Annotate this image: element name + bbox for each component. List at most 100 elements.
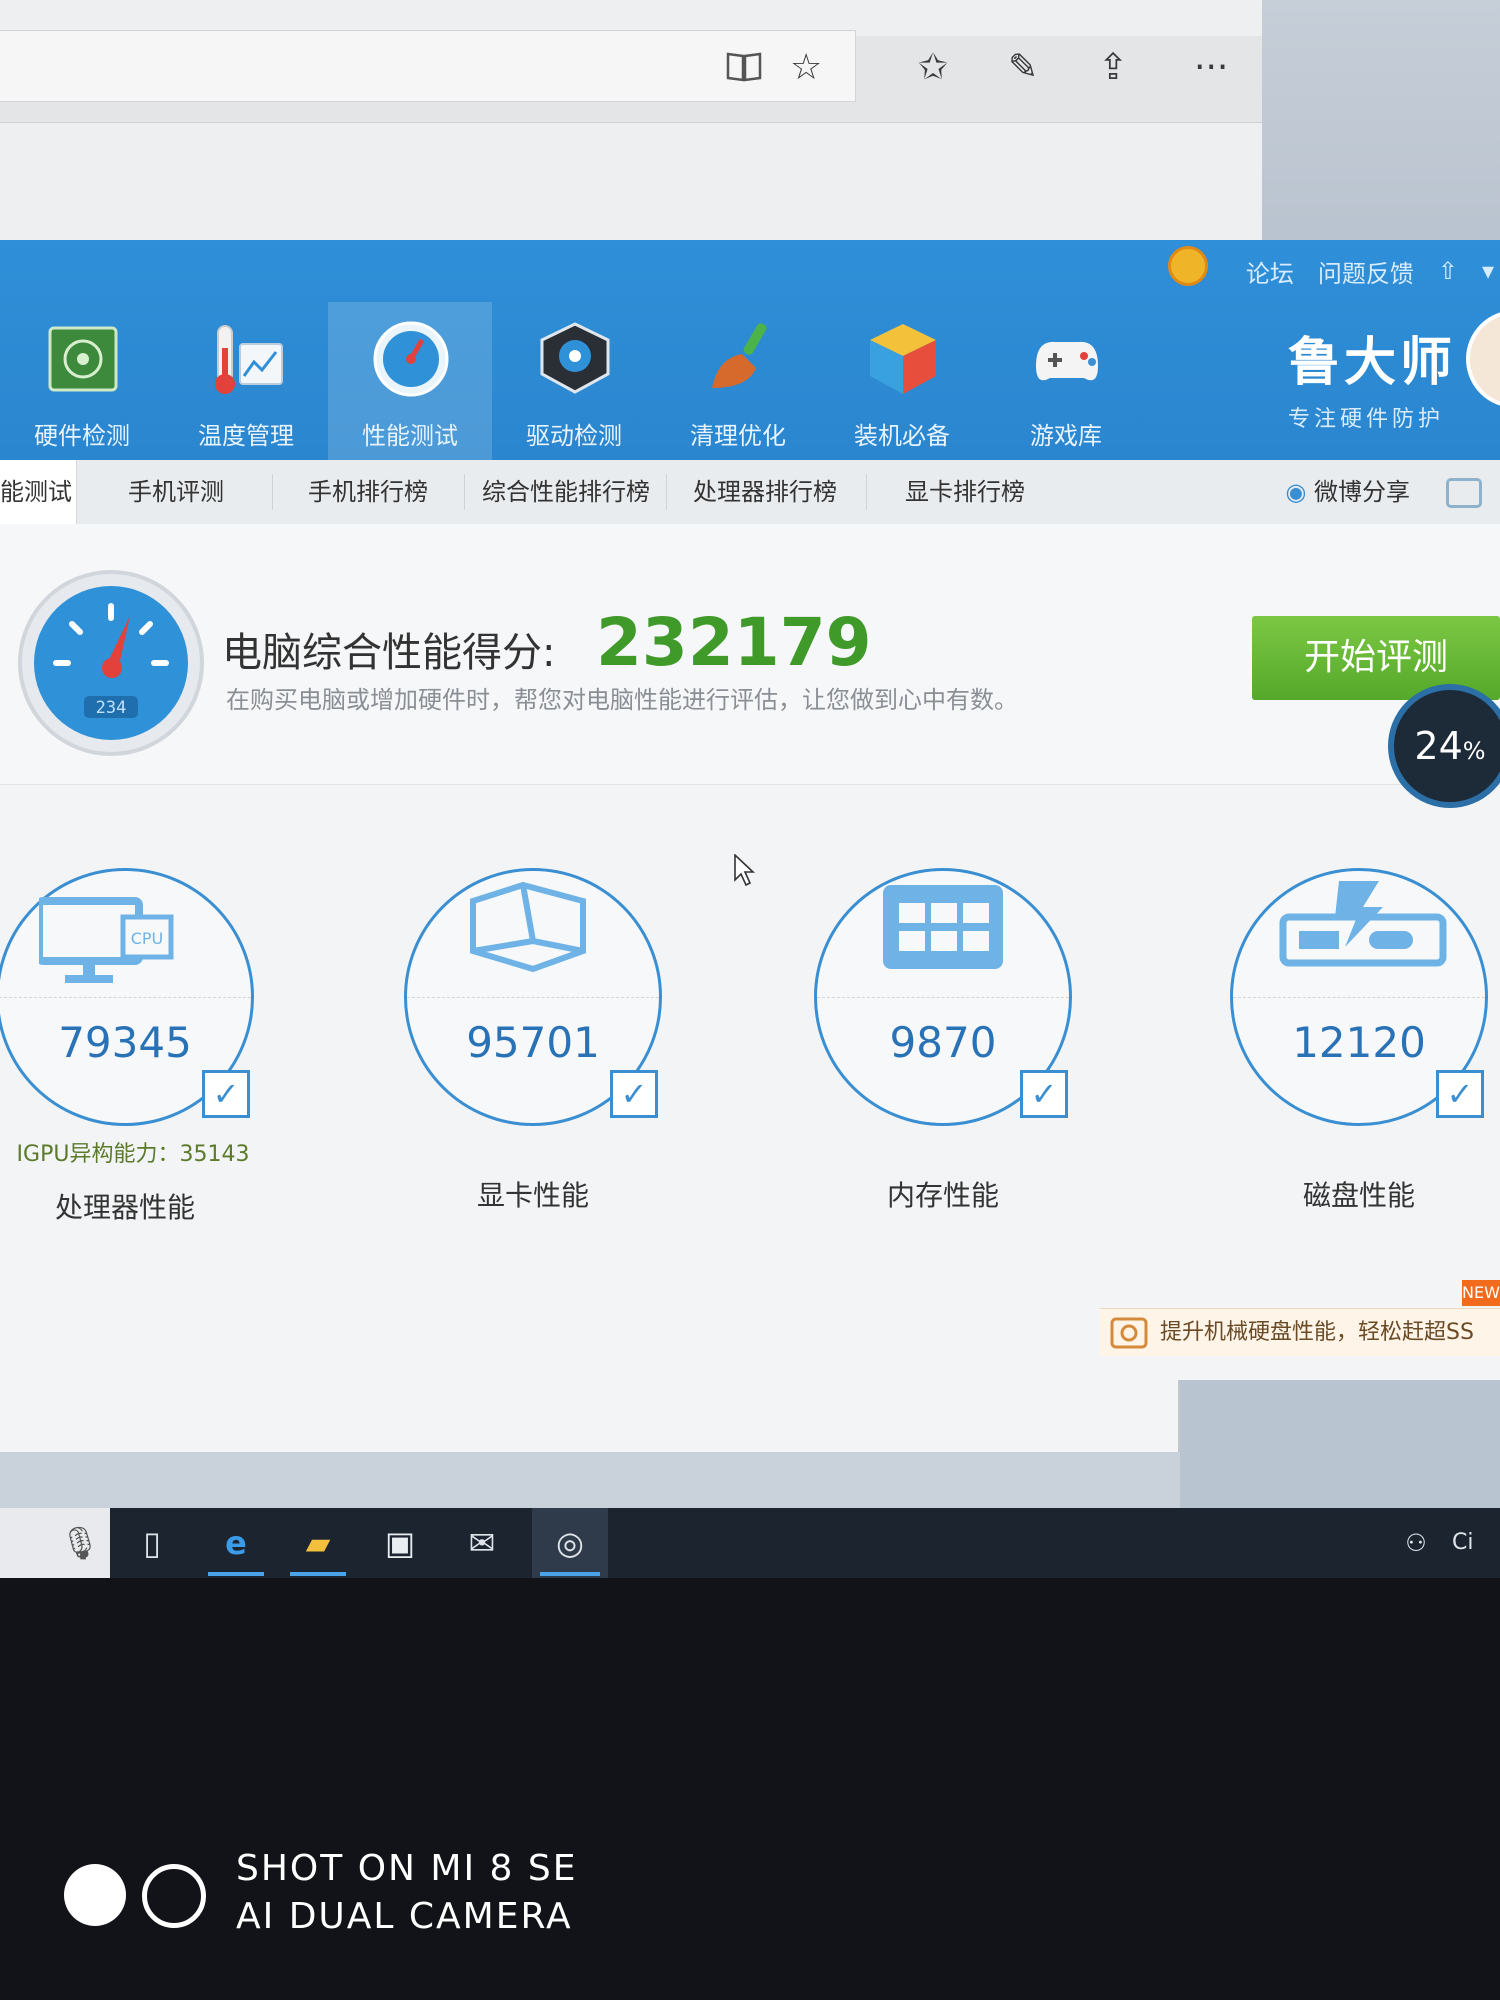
favorite-star-icon[interactable]: ☆ [790, 48, 822, 88]
promo-text: 提升机械硬盘性能，轻松赶超SS [1160, 1320, 1474, 1345]
file-explorer-icon[interactable]: ▰ [282, 1508, 354, 1578]
svg-text:CPU: CPU [131, 929, 164, 948]
score-gauge-icon: 234 [18, 570, 204, 756]
gpu-checkbox[interactable]: ✓ [610, 1070, 658, 1118]
tab-divider [866, 474, 867, 510]
nav-essentials[interactable]: 装机必备 [820, 302, 984, 460]
driver-gear-icon [540, 322, 610, 394]
total-score: 232179 [596, 604, 872, 681]
background-window [0, 1380, 1180, 1452]
tab-phone-ranking[interactable]: 手机排行榜 [288, 460, 448, 524]
desktop-background [1262, 0, 1500, 250]
gauge-label: 234 [96, 698, 127, 718]
nav-label: 硬件检测 [34, 422, 130, 450]
watermark-line-2: AI DUAL CAMERA [236, 1896, 573, 1937]
progress-indicator: 24% [1388, 684, 1500, 808]
igpu-score: IGPU异构能力：35143 [16, 1142, 250, 1167]
taskbar: 🎙 ▯ e ▰ ▣ ✉ ◎ ⚇ Ci [0, 1508, 1500, 1578]
reading-view-icon[interactable] [724, 48, 764, 93]
memory-label: 内存性能 [886, 1179, 999, 1212]
skin-icon[interactable]: ⇧ [1438, 257, 1458, 285]
feedback-link[interactable]: 问题反馈 [1318, 254, 1414, 289]
mail-icon[interactable]: ✉ [446, 1508, 518, 1578]
progress-value: 24 [1414, 724, 1463, 768]
ring-divider [407, 997, 659, 998]
nav-clean[interactable]: 清理优化 [656, 302, 820, 460]
nav-performance[interactable]: 性能测试 [328, 302, 492, 460]
store-icon[interactable]: ▣ [364, 1508, 436, 1578]
promo-banner[interactable]: 提升机械硬盘性能，轻松赶超SS [1100, 1308, 1500, 1356]
tab-performance-test[interactable]: 能测试 [0, 460, 77, 524]
mouse-cursor-icon [734, 854, 756, 886]
sub-tabs: 能测试 手机评测 手机排行榜 综合性能排行榜 处理器排行榜 显卡排行榜 ◉ 微博… [0, 460, 1500, 525]
nav-label: 温度管理 [198, 422, 294, 450]
tab-divider [464, 474, 465, 510]
nav-games[interactable]: 游戏库 [984, 302, 1148, 460]
browser-window: ☆ ✩ ✎ ⇪ ··· [0, 0, 1264, 250]
hardware-board-icon [48, 326, 118, 392]
cpu-checkbox[interactable]: ✓ [202, 1070, 250, 1118]
nav-label: 游戏库 [1030, 422, 1102, 450]
progress-unit: % [1462, 737, 1486, 765]
gpu-box-icon [470, 881, 586, 973]
ludashi-window: 论坛 问题反馈 ⇧ ▾ 硬件检测 温度管理 性能测试 驱动检测 清理优化 装机必… [0, 240, 1500, 1380]
nav-label: 性能测试 [362, 422, 458, 450]
tab-phone-review[interactable]: 手机评测 [96, 460, 256, 524]
broom-icon [712, 323, 767, 388]
tab-overall-ranking[interactable]: 综合性能排行榜 [476, 460, 656, 524]
nav-hardware[interactable]: 硬件检测 [0, 302, 164, 460]
weibo-share-label: 微博分享 [1314, 478, 1410, 506]
cube-icon [870, 324, 936, 394]
edge-icon[interactable]: e [200, 1508, 272, 1578]
weibo-icon: ◉ [1285, 478, 1307, 506]
score-description: 在购买电脑或增加硬件时，帮您对电脑性能进行评估，让您做到心中有数。 [226, 686, 1018, 714]
brand-name: 鲁大师 [1288, 333, 1457, 393]
ring-divider [1233, 997, 1485, 998]
cpu-score: 79345 [58, 1018, 192, 1067]
gpu-label: 显卡性能 [476, 1179, 589, 1212]
favorites-list-icon[interactable]: ✩ [918, 48, 948, 88]
ring-divider [0, 997, 251, 998]
memory-chip-icon [883, 885, 1003, 969]
main-nav: 硬件检测 温度管理 性能测试 驱动检测 清理优化 装机必备 游戏库 [0, 302, 1148, 460]
cpu-monitor-icon: CPU [39, 897, 174, 983]
ring-divider [817, 997, 1069, 998]
nav-label: 装机必备 [854, 422, 950, 450]
avatar[interactable] [1466, 310, 1500, 408]
tab-gpu-ranking[interactable]: 显卡排行榜 [880, 460, 1050, 524]
weibo-share[interactable]: ◉ 微博分享 [1285, 460, 1410, 524]
hard-drive-icon [1110, 1317, 1148, 1349]
brand-slogan: 专注硬件防护 [1288, 407, 1445, 432]
disk-label: 磁盘性能 [1302, 1179, 1415, 1212]
nav-label: 清理优化 [690, 422, 786, 450]
nav-temperature[interactable]: 温度管理 [164, 302, 328, 460]
share-icon[interactable]: ⇪ [1098, 48, 1128, 88]
memory-checkbox[interactable]: ✓ [1020, 1070, 1068, 1118]
app-header: 论坛 问题反馈 ⇧ ▾ 硬件检测 温度管理 性能测试 驱动检测 清理优化 装机必… [0, 240, 1500, 460]
tray-clock[interactable]: Ci [1452, 1508, 1500, 1578]
tab-divider [272, 474, 273, 510]
people-icon[interactable]: ⚇ [1380, 1508, 1452, 1578]
speedometer-icon [373, 321, 449, 397]
forum-link[interactable]: 论坛 [1246, 254, 1294, 289]
task-view-icon[interactable]: ▯ [116, 1508, 188, 1578]
microphone-icon[interactable]: 🎙 [44, 1508, 116, 1578]
pen-icon[interactable]: ✎ [1008, 48, 1038, 88]
disk-score: 12120 [1292, 1018, 1426, 1067]
more-icon[interactable]: ··· [1194, 48, 1228, 88]
screenshot-camera-icon[interactable] [1446, 478, 1482, 508]
desktop-background [1180, 1380, 1500, 1520]
score-panel: 234 电脑综合性能得分: 232179 在购买电脑或增加硬件时，帮您对电脑性能… [0, 524, 1500, 808]
nav-driver[interactable]: 驱动检测 [492, 302, 656, 460]
thermometer-icon [215, 325, 283, 394]
disk-checkbox[interactable]: ✓ [1436, 1070, 1484, 1118]
new-badge: NEW [1462, 1280, 1500, 1306]
score-title: 电脑综合性能得分: [222, 630, 556, 676]
ludashi-app-icon[interactable]: ◎ [532, 1508, 608, 1578]
watermark-dot-filled [64, 1864, 126, 1926]
tab-cpu-ranking[interactable]: 处理器排行榜 [680, 460, 850, 524]
memory-score: 9870 [889, 1018, 997, 1067]
medal-icon[interactable] [1168, 246, 1208, 286]
disk-drive-icon [1279, 881, 1447, 967]
menu-icon[interactable]: ▾ [1482, 257, 1494, 285]
